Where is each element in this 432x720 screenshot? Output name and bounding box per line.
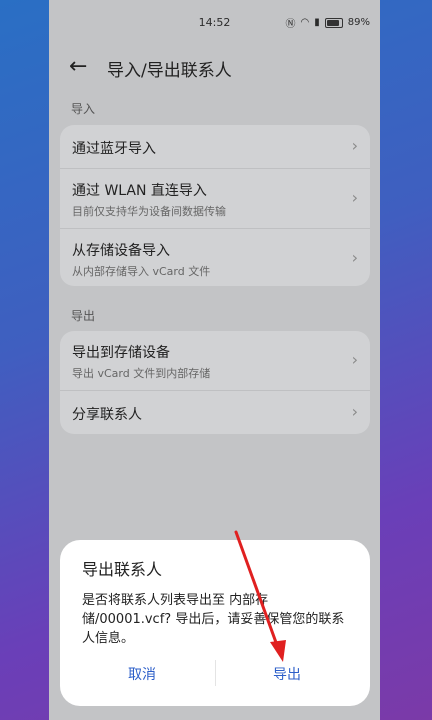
export-button[interactable]: 导出 [273,664,301,684]
export-storage-row[interactable]: 导出到存储设备 导出 vCard 文件到内部存储 › [60,331,370,391]
export-section-label: 导出 [71,309,96,323]
chevron-right-icon: › [351,136,358,155]
wifi-icon: ◠ [300,17,310,28]
row-title: 通过蓝牙导入 [72,141,156,157]
status-bar: 14:52 Ⓝ ◠ ▮ 89% [49,0,380,42]
import-card: 通过蓝牙导入 › 通过 WLAN 直连导入 目前仅支持华为设备间数据传输 › 从… [60,125,370,286]
export-dialog: 导出联系人 是否将联系人列表导出至 内部存储/00001.vcf? 导出后，请妥… [60,540,370,706]
row-title: 通过 WLAN 直连导入 [72,183,207,199]
battery-percent: 89% [347,17,370,28]
dialog-button-divider [215,660,216,686]
share-contacts-row[interactable]: 分享联系人 › [60,391,370,434]
status-icons: Ⓝ ◠ ▮ 89% [286,15,370,30]
row-subtitle: 从内部存储导入 vCard 文件 [72,265,211,278]
dialog-message: 是否将联系人列表导出至 内部存储/00001.vcf? 导出后，请妥善保管您的联… [82,593,345,646]
row-subtitle: 导出 vCard 文件到内部存储 [72,367,211,380]
nfc-icon: Ⓝ [285,19,296,30]
import-storage-row[interactable]: 从存储设备导入 从内部存储导入 vCard 文件 › [60,229,370,286]
chevron-right-icon: › [351,188,358,207]
chevron-right-icon: › [351,402,358,421]
back-arrow-icon[interactable]: ← [69,54,95,80]
battery-icon [324,17,343,28]
signal-icon: ▮ [314,17,320,28]
phone-screen: 14:52 Ⓝ ◠ ▮ 89% ← 导入/导出联系人 导入 通过蓝牙导入 › 通… [49,0,380,720]
chevron-right-icon: › [351,350,358,369]
import-bluetooth-row[interactable]: 通过蓝牙导入 › [60,125,370,169]
cancel-button[interactable]: 取消 [128,664,156,684]
row-title: 导出到存储设备 [72,345,170,361]
page-title: 导入/导出联系人 [107,61,232,81]
header: ← 导入/导出联系人 [49,50,380,84]
row-subtitle: 目前仅支持华为设备间数据传输 [72,205,226,218]
import-section-label: 导入 [71,102,96,116]
dialog-title: 导出联系人 [82,560,163,579]
row-title: 从存储设备导入 [72,243,170,259]
export-card: 导出到存储设备 导出 vCard 文件到内部存储 › 分享联系人 › [60,331,370,434]
import-wlan-row[interactable]: 通过 WLAN 直连导入 目前仅支持华为设备间数据传输 › [60,169,370,229]
chevron-right-icon: › [351,248,358,267]
row-title: 分享联系人 [72,407,142,423]
